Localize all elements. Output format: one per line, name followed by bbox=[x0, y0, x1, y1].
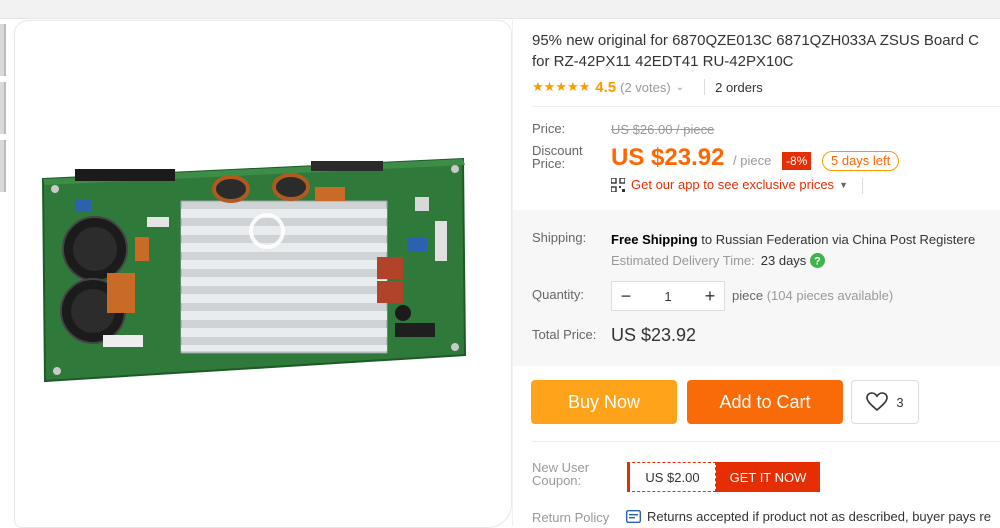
days-left-badge: 5 days left bbox=[822, 151, 900, 171]
quantity-input[interactable]: 1 bbox=[640, 289, 696, 304]
divider bbox=[532, 441, 1000, 442]
return-policy: Returns accepted if product not as descr… bbox=[626, 509, 991, 524]
return-policy-text: Returns accepted if product not as descr… bbox=[647, 509, 991, 524]
delivery-estimate: Estimated Delivery Time: 23 days ? bbox=[611, 253, 826, 268]
buy-now-button[interactable]: Buy Now bbox=[531, 380, 677, 424]
product-info-panel: 95% new original for 6870QZE013C 6871QZH… bbox=[512, 18, 1000, 526]
circuit-board-photo bbox=[41, 157, 467, 383]
wishlist-count: 3 bbox=[896, 394, 904, 410]
discount-price: US $23.92 bbox=[611, 144, 725, 171]
divider bbox=[532, 106, 1000, 107]
product-image[interactable] bbox=[14, 20, 512, 528]
thumbnail[interactable] bbox=[0, 82, 6, 134]
coupon-label: New User Coupon: bbox=[532, 461, 589, 487]
top-bar bbox=[0, 0, 1000, 19]
qr-code-icon bbox=[611, 177, 625, 192]
total-price-label: Total Price: bbox=[532, 327, 597, 342]
add-to-cart-button[interactable]: Add to Cart bbox=[687, 380, 843, 424]
delivery-estimate-value: 23 days bbox=[760, 253, 807, 268]
available-count: (104 pieces available) bbox=[766, 288, 894, 303]
wishlist-button[interactable]: 3 bbox=[851, 380, 919, 424]
product-title: 95% new original for 6870QZE013C 6871QZH… bbox=[532, 30, 1000, 72]
thumbnail[interactable] bbox=[0, 24, 6, 76]
return-policy-label: Return Policy bbox=[532, 510, 610, 525]
original-price: US $26.00 / piece bbox=[611, 122, 715, 137]
coupon-box: US $2.00 GET IT NOW bbox=[627, 462, 820, 492]
heart-icon bbox=[866, 392, 889, 412]
shipping-destination: Russian Federation via China Post Regist… bbox=[715, 232, 976, 247]
app-promo-text: Get our app to see exclusive prices bbox=[631, 177, 835, 192]
star-icon: ★ bbox=[555, 79, 567, 94]
coupon-label-line-2: Coupon: bbox=[532, 473, 582, 488]
rating-row: ★ ★ ★ ★ ★ 4.5 (2 votes) ⌄ 2 orders bbox=[532, 77, 763, 97]
quantity-decrease-button[interactable]: − bbox=[612, 283, 640, 309]
total-price: US $23.92 bbox=[611, 325, 697, 345]
stock-availability: piece (104 pieces available) bbox=[732, 288, 893, 303]
coupon-value: US $2.00 bbox=[627, 462, 716, 492]
thumbnail-strip bbox=[0, 24, 6, 198]
caret-down-icon: ▼ bbox=[839, 179, 848, 190]
chevron-down-icon[interactable]: ⌄ bbox=[676, 82, 684, 93]
per-piece-unit: / piece bbox=[733, 153, 772, 168]
shipping-to: to bbox=[701, 232, 713, 247]
discount-label-line-2: Price: bbox=[532, 156, 566, 171]
quantity-label: Quantity: bbox=[532, 287, 585, 302]
divider bbox=[704, 79, 706, 95]
discount-price-label: Discount Price: bbox=[532, 144, 583, 170]
quantity-increase-button[interactable]: + bbox=[696, 283, 724, 309]
divider bbox=[862, 178, 863, 194]
star-icon: ★ bbox=[543, 79, 556, 94]
rating-value: 4.5 bbox=[595, 78, 617, 96]
svg-text:?: ? bbox=[814, 256, 821, 268]
free-shipping-text: Free Shipping bbox=[611, 232, 698, 247]
star-rating: ★ ★ ★ ★ ★ bbox=[532, 80, 590, 94]
app-promo-link[interactable]: Get our app to see exclusive prices ▼ bbox=[611, 177, 848, 192]
orders-count: 2 orders bbox=[715, 79, 763, 95]
star-icon: ★ bbox=[532, 79, 544, 94]
delivery-estimate-label: Estimated Delivery Time: bbox=[611, 253, 755, 268]
return-policy-icon bbox=[626, 510, 641, 523]
title-line-2: for RZ-42PX11 42EDT41 RU-42PX10C bbox=[532, 53, 794, 70]
help-icon[interactable]: ? bbox=[810, 253, 826, 268]
get-coupon-button[interactable]: GET IT NOW bbox=[716, 462, 820, 492]
discount-badge: -8% bbox=[782, 152, 812, 170]
price-label: Price: bbox=[532, 121, 566, 136]
star-icon: ★ bbox=[566, 79, 579, 94]
thumbnail[interactable] bbox=[0, 140, 6, 192]
quantity-stepper: − 1 + bbox=[611, 281, 725, 311]
half-star-icon: ★ bbox=[578, 79, 591, 94]
title-line-1: 95% new original for 6870QZE013C 6871QZH… bbox=[532, 32, 979, 49]
votes-link[interactable]: (2 votes) bbox=[620, 80, 671, 95]
shipping-label: Shipping: bbox=[532, 230, 587, 245]
quantity-unit: piece bbox=[732, 288, 764, 303]
shipping-option[interactable]: Free Shipping to Russian Federation via … bbox=[611, 232, 975, 247]
shipping-quantity-box: Shipping: Free Shipping to Russian Feder… bbox=[513, 210, 1000, 366]
